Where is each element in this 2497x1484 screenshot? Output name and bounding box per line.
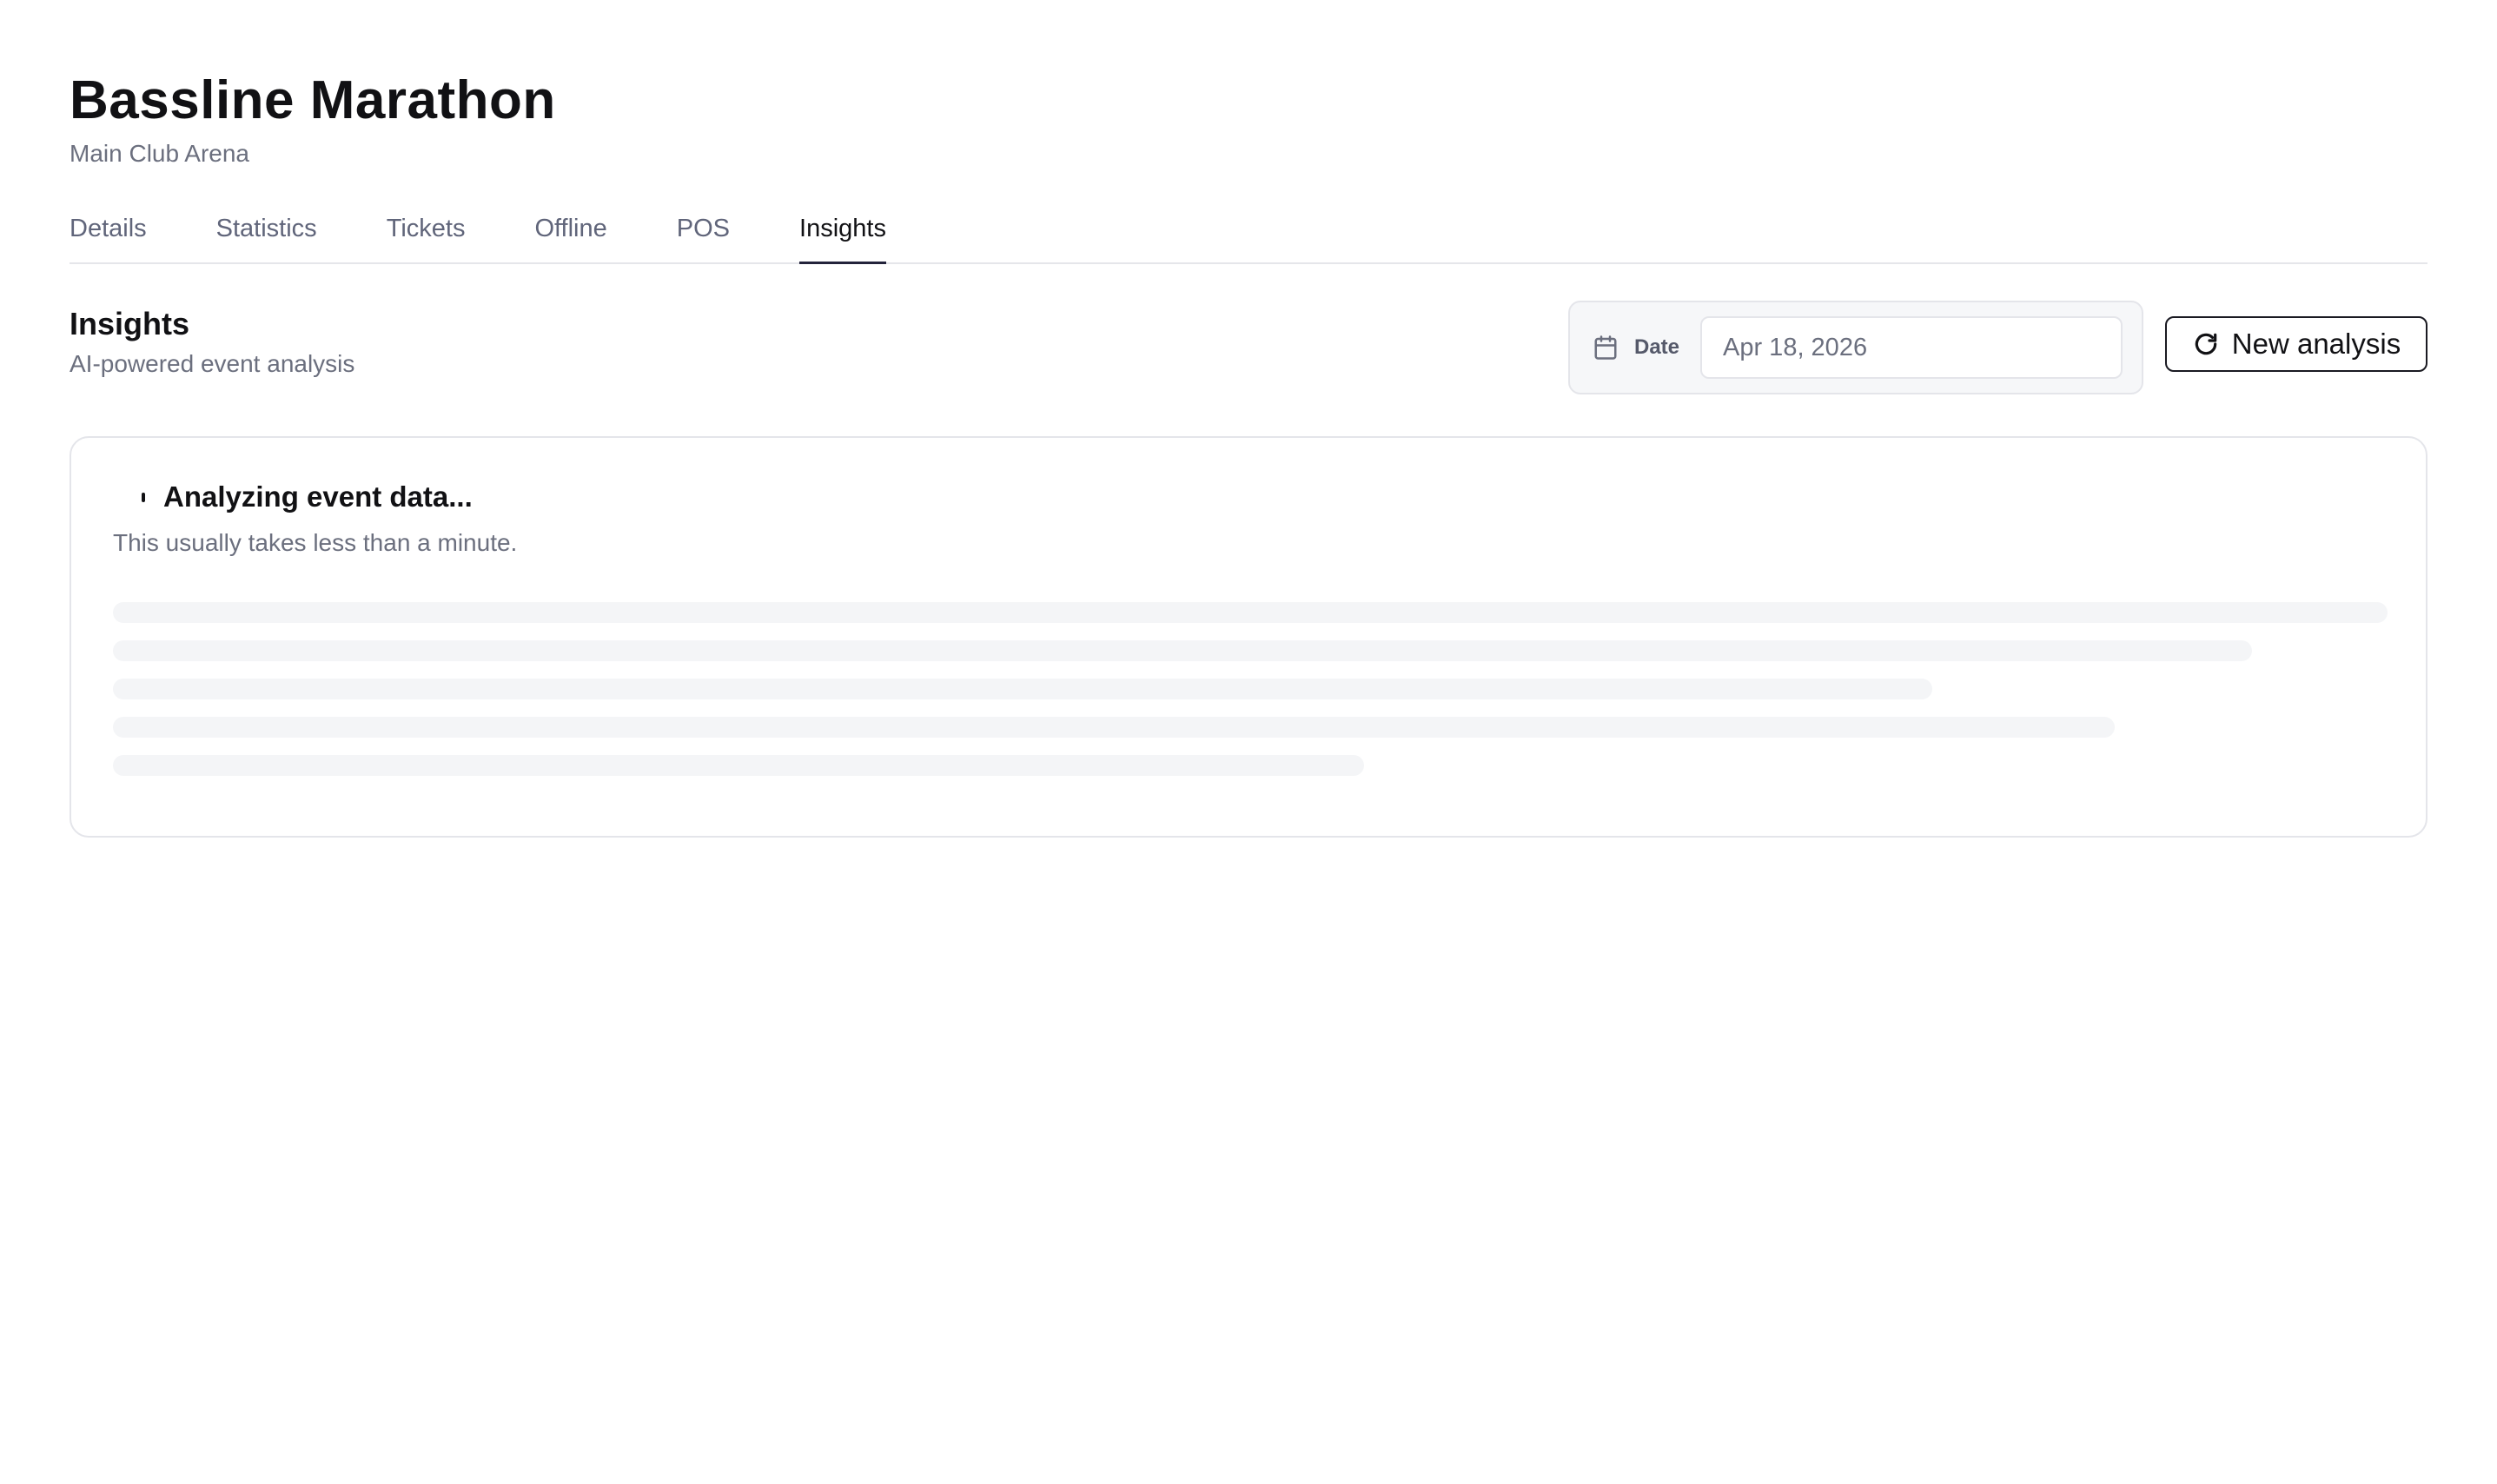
skeleton-line xyxy=(113,679,1932,699)
date-label: Date xyxy=(1634,335,1680,359)
skeleton-line xyxy=(113,717,2115,738)
new-analysis-button[interactable]: New analysis xyxy=(2165,316,2427,372)
tab-bar: Details Statistics Tickets Offline POS I… xyxy=(70,214,2427,264)
tab-tickets[interactable]: Tickets xyxy=(387,214,466,262)
insights-header: Insights AI-powered event analysis Date … xyxy=(70,301,2427,436)
calendar-icon xyxy=(1594,335,1617,360)
tab-details[interactable]: Details xyxy=(70,214,147,262)
tab-offline[interactable]: Offline xyxy=(534,214,606,262)
analysis-card-title: Analyzing event data... xyxy=(163,480,473,513)
date-picker: Date xyxy=(1568,301,2143,394)
analysis-card-header: Analyzing event data... xyxy=(139,480,473,514)
new-analysis-label: New analysis xyxy=(2231,328,2401,360)
skeleton-line xyxy=(113,640,2252,661)
skeleton-line xyxy=(113,602,2388,623)
page: Bassline Marathon Main Club Arena Detail… xyxy=(0,0,2497,838)
analysis-card: Analyzing event data... This usually tak… xyxy=(70,436,2427,838)
tab-pos[interactable]: POS xyxy=(677,214,730,262)
section-subtitle: AI-powered event analysis xyxy=(70,350,355,377)
refresh-icon xyxy=(2195,333,2217,355)
page-title: Bassline Marathon xyxy=(70,70,556,130)
spinner-icon xyxy=(139,490,148,504)
analysis-card-subtitle: This usually takes less than a minute. xyxy=(113,529,518,556)
skeleton-line xyxy=(113,755,1364,776)
tab-insights[interactable]: Insights xyxy=(799,214,886,264)
page-subtitle: Main Club Arena xyxy=(70,140,250,167)
section-title: Insights xyxy=(70,306,190,341)
tab-statistics[interactable]: Statistics xyxy=(216,214,317,262)
date-input[interactable] xyxy=(1700,316,2123,379)
